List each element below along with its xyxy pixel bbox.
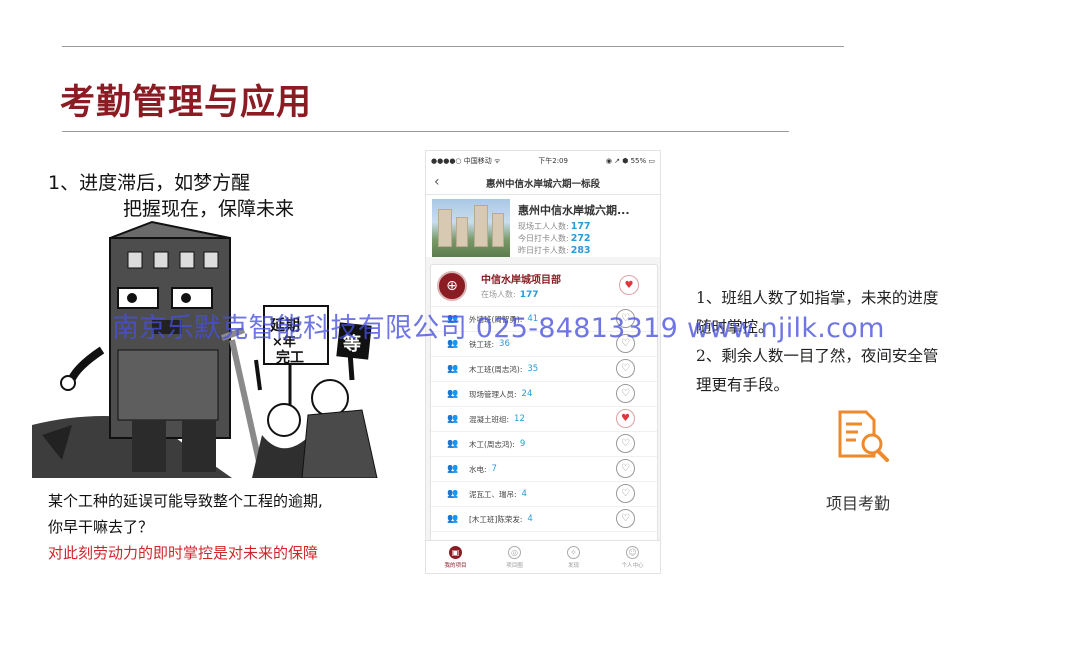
team-row[interactable]: 👥 木工(周志鸿): 9 ♡ [431, 432, 657, 457]
people-icon: 👥 [447, 414, 459, 424]
team-count: 4 [527, 514, 533, 524]
left-para-line1: 某个工种的延误可能导致整个工程的逾期, [48, 492, 323, 510]
team-row[interactable]: 👥 [木工班]陈荣发: 4 ♡ [431, 507, 657, 532]
cartoon-illustration: 延期 ×年 完工 等 [32, 220, 378, 478]
tab-discover[interactable]: ✧ 发现 [544, 541, 603, 573]
heart-icon[interactable]: ♥ [619, 275, 639, 295]
team-count: 36 [499, 339, 510, 349]
document-search-icon [838, 410, 889, 462]
people-icon: 👥 [447, 364, 459, 374]
team-count: 41 [527, 314, 539, 324]
project-header[interactable]: ⊕ 中信水岸城项目部 在场人数: 177 ♥ [431, 265, 657, 307]
tab-bar: ▣ 我的项目 ◎ 项目圈 ✧ 发现 ☺ 个人中心 [426, 540, 660, 573]
team-count: 7 [491, 464, 497, 474]
tab-project-circle[interactable]: ◎ 项目圈 [485, 541, 544, 573]
people-icon: 👥 [447, 314, 459, 324]
heart-icon[interactable]: ♡ [616, 509, 635, 528]
heart-icon[interactable]: ♡ [616, 459, 635, 478]
slide-title: 考勤管理与应用 [60, 82, 313, 123]
team-row[interactable]: 👥 现场管理人员: 24 ♡ [431, 382, 657, 407]
heart-icon[interactable]: ♡ [616, 309, 635, 328]
team-count: 12 [514, 414, 525, 424]
svg-text:完工: 完工 [276, 349, 304, 366]
status-time: 下午2:09 [538, 157, 568, 165]
people-icon: 👥 [447, 439, 459, 449]
left-subheading: 把握现在，保障未来 [123, 198, 295, 220]
left-para-line2: 你早干嘛去了？ [48, 518, 154, 536]
project-logo-icon: ⊕ [437, 270, 467, 301]
team-name: 铁工班: [469, 339, 495, 349]
project-card: ⊕ 中信水岸城项目部 在场人数: 177 ♥ 👥 外墙班(周智勇): 41 ♡ 👥 铁工班:… [430, 264, 658, 544]
status-carrier: ●●●●○ 中国移动 ᯤ [431, 157, 501, 165]
team-name: 混凝土班组: [469, 414, 510, 424]
nav-bar: ‹ 惠州中信水岸城六期一标段 [426, 171, 660, 195]
team-name: [木工班]陈荣发: [469, 514, 523, 524]
tab-my-projects[interactable]: ▣ 我的项目 [426, 541, 485, 573]
heart-icon[interactable]: ♡ [616, 334, 635, 353]
project-count: 在场人数: 177 [481, 290, 539, 300]
heart-icon[interactable]: ♡ [616, 359, 635, 378]
top-divider [62, 46, 844, 47]
team-name: 水电: [469, 464, 487, 474]
site-card[interactable]: 惠州中信水岸城六期... 现场工人人数: 177 今日打卡人数: 272 昨日打卡人… [426, 195, 660, 257]
heart-icon[interactable]: ♡ [616, 384, 635, 403]
people-icon: 👥 [447, 389, 459, 399]
team-count: 24 [521, 389, 533, 399]
heart-icon[interactable]: ♡ [616, 434, 635, 453]
nav-title: 惠州中信水岸城六期一标段 [485, 178, 600, 190]
back-icon[interactable]: ‹ [434, 174, 440, 190]
circle-icon: ◎ [508, 545, 521, 559]
team-count: 4 [521, 489, 527, 499]
right-paragraph: 1、班组人数了如指掌，未来的进度 随时掌控。 2、剩余人数一目了然，夜间安全管 … [696, 284, 996, 400]
right-line2: 随时掌控。 [696, 318, 774, 336]
heart-icon[interactable]: ♥ [616, 409, 635, 428]
team-list: 👥 外墙班(周智勇): 41 ♡ 👥 铁工班: 36 ♡ 👥 木工班(周志鸿): 35 ♡ 👥 现场管理人… [431, 307, 657, 532]
people-icon: 👥 [447, 514, 459, 524]
team-row[interactable]: 👥 铁工班: 36 ♡ [431, 332, 657, 357]
svg-text:延期: 延期 [269, 316, 300, 334]
title-divider [62, 131, 789, 132]
feature-label: 项目考勤 [826, 494, 891, 513]
site-name: 惠州中信水岸城六期... [518, 204, 630, 217]
site-photo [432, 199, 510, 257]
team-row[interactable]: 👥 外墙班(周智勇): 41 ♡ [431, 307, 657, 332]
team-count: 35 [527, 364, 539, 374]
svg-text:×年: ×年 [272, 334, 296, 350]
team-name: 泥瓦工、瑞吊: [469, 489, 517, 499]
status-battery: ◉ ↗ ⬢ 55% ▭ [605, 157, 655, 165]
team-name: 木工班(周志鸿): [469, 364, 523, 374]
right-line3: 2、剩余人数一目了然，夜间安全管 [696, 347, 939, 365]
people-icon: 👥 [447, 339, 459, 349]
tab-profile[interactable]: ☺ 个人中心 [603, 541, 660, 573]
right-line4: 理更有手段。 [696, 376, 790, 394]
team-name: 木工(周志鸿): [469, 439, 515, 449]
heart-icon[interactable]: ♡ [616, 484, 635, 503]
svg-text:等: 等 [343, 333, 361, 355]
team-row[interactable]: 👥 水电: 7 ♡ [431, 457, 657, 482]
site-info: 惠州中信水岸城六期... 现场工人人数: 177 今日打卡人数: 272 昨日打卡人… [518, 199, 630, 256]
team-count: 9 [519, 439, 526, 449]
status-bar: ●●●●○ 中国移动 ᯤ 下午2:09 ◉ ↗ ⬢ 55% ▭ [426, 151, 660, 171]
team-name: 外墙班(周智勇): [469, 314, 523, 324]
site-stat-today: 今日打卡人数: 272 [518, 233, 591, 244]
user-icon: ☺ [626, 545, 639, 559]
team-row[interactable]: 👥 泥瓦工、瑞吊: 4 ♡ [431, 482, 657, 507]
projects-icon: ▣ [449, 545, 462, 559]
compass-icon: ✧ [567, 545, 580, 559]
team-name: 现场管理人员: [469, 389, 517, 399]
left-paragraph: 某个工种的延误可能导致整个工程的逾期, 你早干嘛去了？ 对此刻劳动力的即时掌控是… [48, 488, 323, 566]
right-line1: 1、班组人数了如指掌，未来的进度 [696, 289, 939, 307]
people-icon: 👥 [447, 464, 459, 474]
site-stat-yesterday: 昨日打卡人数: 283 [518, 245, 591, 256]
team-row[interactable]: 👥 混凝土班组: 12 ♥ [431, 407, 657, 432]
left-para-highlight: 对此刻劳动力的即时掌控是对未来的保障 [48, 544, 319, 562]
phone-mockup: ●●●●○ 中国移动 ᯤ 下午2:09 ◉ ↗ ⬢ 55% ▭ ‹ 惠州中信水岸… [425, 150, 661, 574]
site-stat-workers: 现场工人人数: 177 [518, 221, 591, 232]
project-name: 中信水岸城项目部 [481, 275, 561, 286]
left-heading: 1、进度滞后，如梦方醒 [48, 172, 251, 194]
people-icon: 👥 [447, 489, 459, 499]
team-row[interactable]: 👥 木工班(周志鸿): 35 ♡ [431, 357, 657, 382]
